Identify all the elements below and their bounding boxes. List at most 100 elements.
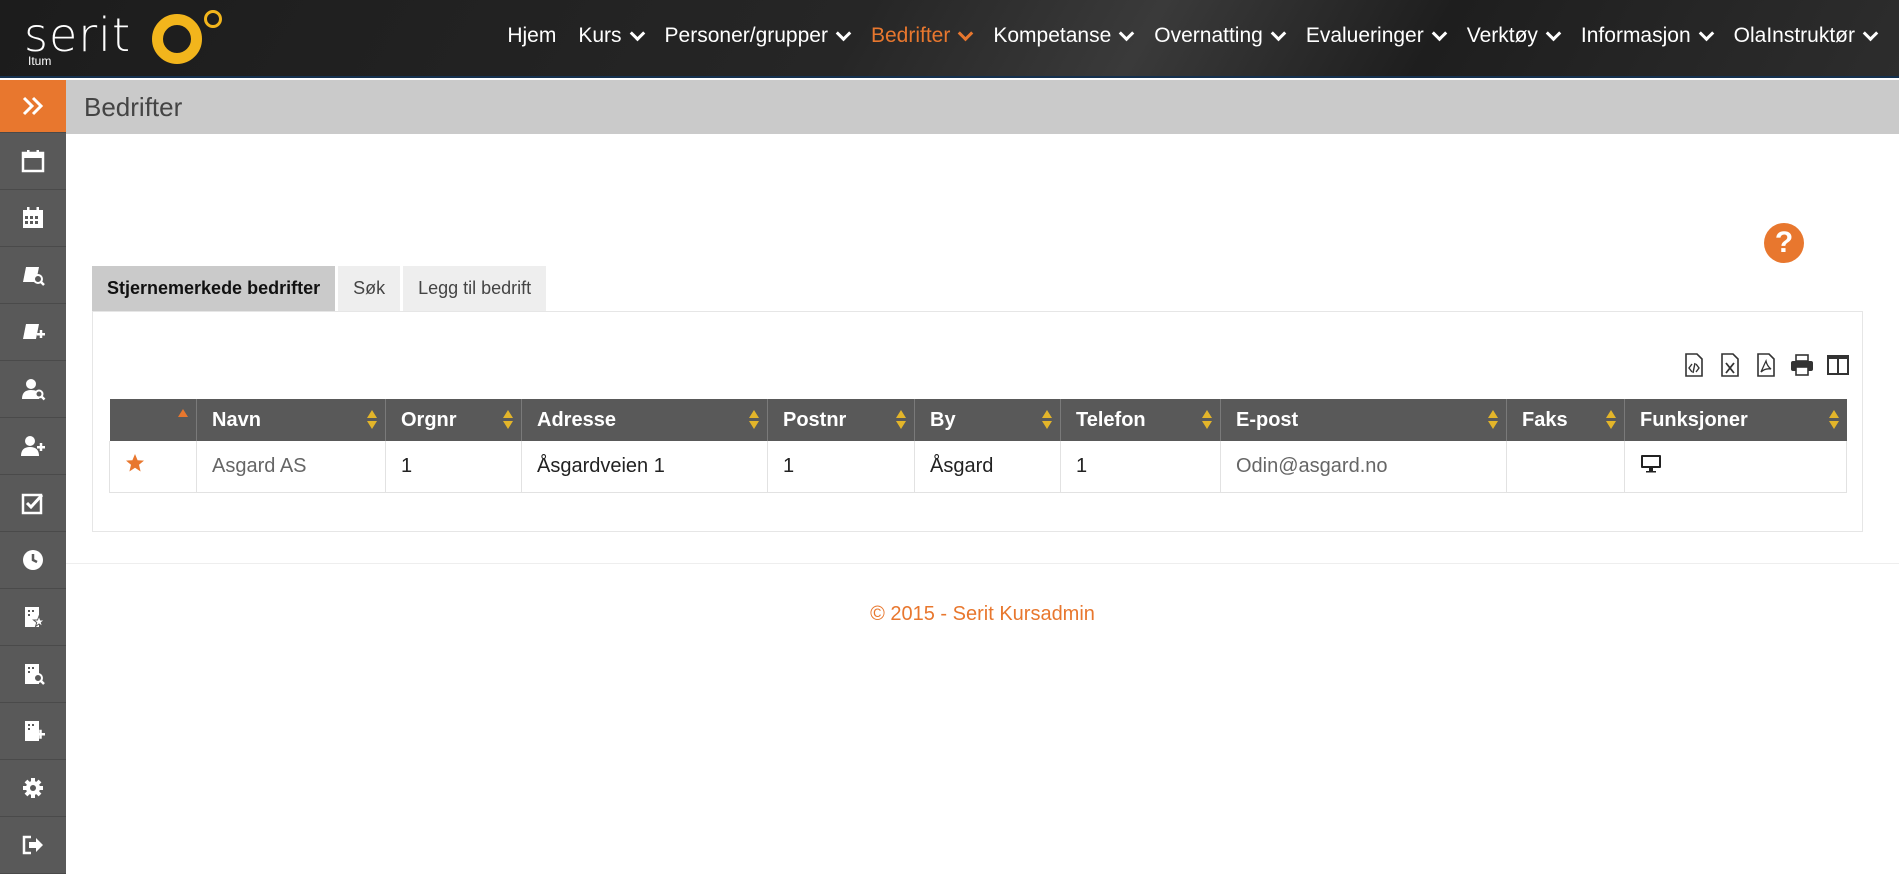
sidebar-item-person-search[interactable] [0, 361, 66, 418]
export-pdf-button[interactable] [1754, 352, 1778, 378]
sort-icon [1828, 410, 1839, 430]
clock-icon [23, 550, 43, 570]
sidebar-item-company-starred[interactable] [0, 589, 66, 646]
nav-bedrifter[interactable]: Bedrifter [860, 24, 982, 48]
col-orgnr[interactable]: Orgnr [385, 399, 522, 441]
companies-table: Navn Orgnr Adresse Postnr By Telefon E-p… [109, 399, 1847, 493]
export-excel-icon [1721, 353, 1739, 377]
col-star[interactable] [109, 399, 197, 441]
nav-user-menu[interactable]: OlaInstruktør [1723, 24, 1887, 48]
sidebar-item-course-search[interactable] [0, 247, 66, 304]
col-adresse[interactable]: Adresse [521, 399, 768, 441]
serit-logo[interactable]: serit Itum [24, 10, 234, 72]
table-header-row: Navn Orgnr Adresse Postnr By Telefon E-p… [109, 399, 1847, 441]
sidebar-item-history[interactable] [0, 532, 66, 589]
col-telefon[interactable]: Telefon [1060, 399, 1221, 441]
export-toolbar [1682, 352, 1850, 378]
sidebar-item-settings[interactable] [0, 760, 66, 817]
logo-subtitle: Itum [28, 54, 52, 68]
col-epost[interactable]: E-post [1220, 399, 1507, 441]
tab-starred-companies[interactable]: Stjernemerkede bedrifter [92, 266, 336, 311]
top-navbar: serit Itum Hjem Kurs Personer/grupper Be… [0, 0, 1899, 78]
sort-icon [367, 410, 377, 430]
nav-overnatting[interactable]: Overnatting [1143, 24, 1295, 48]
print-button[interactable] [1790, 352, 1814, 378]
person-search-icon [22, 379, 46, 401]
col-navn-label: Navn [212, 408, 261, 431]
col-postnr-label: Postnr [783, 408, 847, 431]
table-row: Asgard AS 1 Åsgardveien 1 1 Åsgard 1 Odi… [109, 441, 1847, 493]
cell-navn[interactable]: Asgard AS [196, 441, 386, 493]
sort-icon [1042, 410, 1052, 430]
nav-evalueringer[interactable]: Evalueringer [1295, 24, 1456, 48]
sidebar-item-company-search[interactable] [0, 646, 66, 703]
columns-icon [1827, 355, 1849, 375]
chevron-down-icon [629, 25, 645, 41]
tab-panel: Navn Orgnr Adresse Postnr By Telefon E-p… [92, 311, 1863, 532]
chevron-down-icon [1862, 25, 1879, 41]
nav-informasjon[interactable]: Informasjon [1570, 24, 1723, 48]
sort-icon [896, 410, 906, 430]
nav-personer-grupper[interactable]: Personer/grupper [654, 24, 860, 48]
gear-icon [23, 778, 43, 798]
col-by[interactable]: By [914, 399, 1061, 441]
sidebar-item-evaluations[interactable] [0, 475, 66, 532]
export-pdf-icon [1757, 353, 1775, 377]
page-header: Bedrifter [66, 80, 1899, 134]
nav-verktoy[interactable]: Verktøy [1456, 24, 1570, 48]
export-csv-button[interactable] [1682, 352, 1706, 378]
nav-kurs[interactable]: Kurs [567, 24, 653, 48]
cell-epost[interactable]: Odin@asgard.no [1220, 441, 1507, 493]
sort-icon [503, 410, 513, 430]
sidebar-item-company-add[interactable] [0, 703, 66, 760]
sidebar-item-course-add[interactable] [0, 304, 66, 361]
export-csv-icon [1685, 353, 1703, 377]
calendar-grid-icon [23, 207, 43, 228]
logo-dot-icon [204, 10, 222, 28]
help-button[interactable]: ? [1764, 223, 1804, 263]
cell-faks [1506, 441, 1625, 493]
nav-verktoy-label: Verktøy [1466, 24, 1538, 47]
columns-button[interactable] [1826, 352, 1850, 378]
sidebar-item-logout[interactable] [0, 817, 66, 874]
col-faks[interactable]: Faks [1506, 399, 1625, 441]
tab-add-company[interactable]: Legg til bedrift [403, 266, 547, 311]
chevron-down-icon [958, 25, 974, 41]
col-postnr[interactable]: Postnr [767, 399, 915, 441]
nav-kompetanse-label: Kompetanse [993, 24, 1112, 47]
col-funksjoner-label: Funksjoner [1640, 408, 1748, 431]
calendar-icon [21, 150, 45, 173]
col-navn[interactable]: Navn [196, 399, 386, 441]
logo-text: serit [24, 8, 131, 62]
sidebar-item-person-add[interactable] [0, 418, 66, 475]
course-search-icon [23, 267, 45, 286]
chevron-down-icon [1270, 25, 1287, 41]
sort-icon [1488, 410, 1498, 430]
logout-icon [22, 835, 43, 855]
export-excel-button[interactable] [1718, 352, 1742, 378]
nav-user-label: OlaInstruktør [1733, 24, 1855, 47]
sidebar-item-calendar[interactable] [0, 133, 66, 190]
checkbox-icon [21, 493, 44, 515]
sort-icon [1606, 410, 1616, 430]
print-icon [1791, 354, 1813, 376]
col-funksjoner[interactable]: Funksjoner [1624, 399, 1847, 441]
cell-funksjoner [1624, 441, 1847, 493]
col-faks-label: Faks [1522, 408, 1568, 431]
tab-bar: Stjernemerkede bedrifter Søk Legg til be… [92, 266, 547, 311]
nav-hjem[interactable]: Hjem [496, 24, 567, 48]
monitor-icon[interactable] [1640, 453, 1662, 473]
expand-icon [22, 96, 44, 116]
nav-personer-label: Personer/grupper [664, 24, 828, 47]
sidebar-expand-button[interactable] [0, 80, 66, 133]
company-add-icon [25, 721, 45, 741]
star-icon[interactable] [125, 453, 145, 473]
nav-kompetanse[interactable]: Kompetanse [982, 24, 1143, 48]
sidebar-item-calendar-grid[interactable] [0, 190, 66, 247]
tab-search[interactable]: Søk [338, 266, 401, 311]
company-search-icon [25, 664, 45, 685]
cell-star[interactable] [109, 441, 197, 493]
cell-adresse: Åsgardveien 1 [521, 441, 768, 493]
chevron-down-icon [835, 25, 852, 41]
col-orgnr-label: Orgnr [401, 408, 457, 431]
